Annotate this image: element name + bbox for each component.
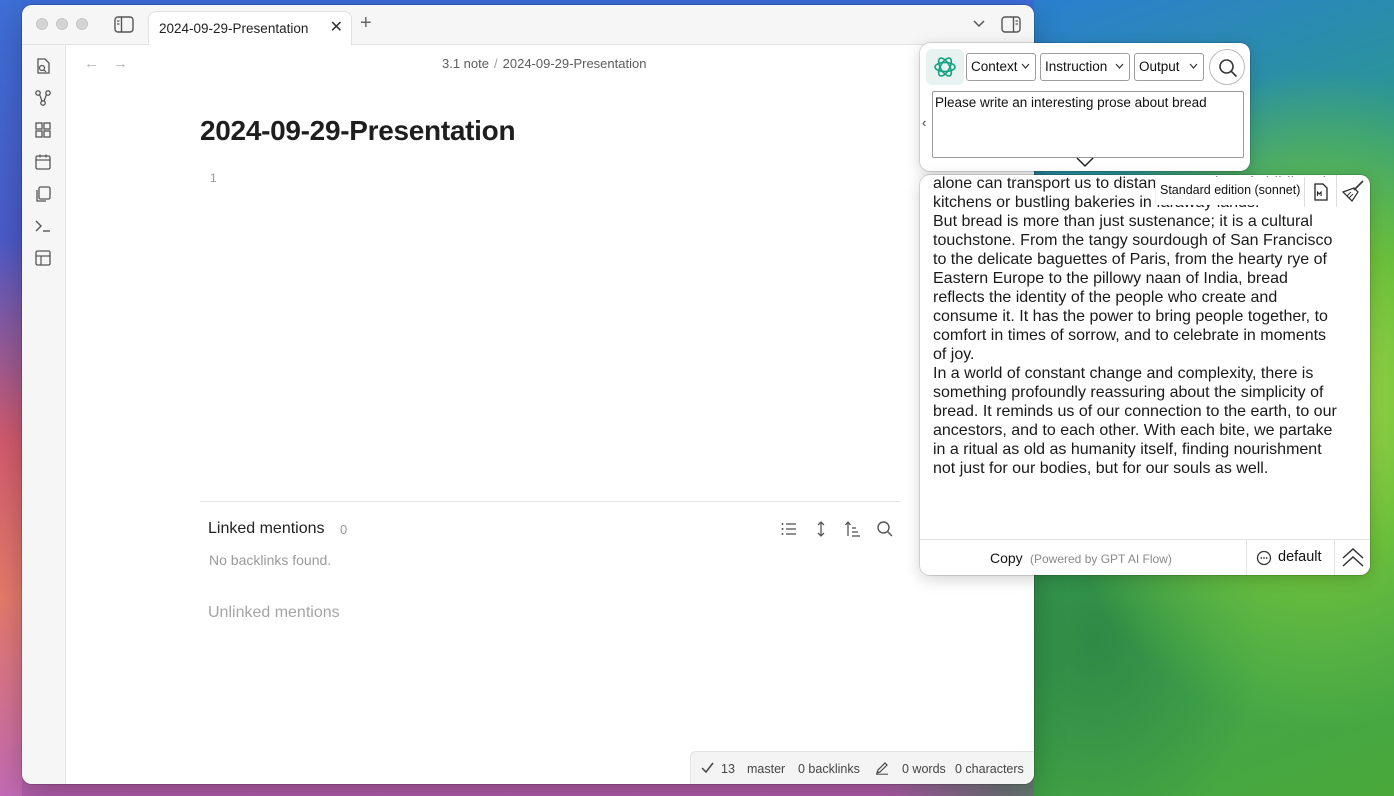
model-badge[interactable]: Standard edition (sonnet) — [1155, 177, 1305, 205]
status-word-count: 0 words — [902, 762, 946, 776]
navigate-forward-button[interactable]: → — [113, 55, 128, 72]
sort-icon[interactable] — [844, 520, 862, 538]
daily-note-icon[interactable] — [34, 153, 52, 171]
obsidian-window: 2024-09-29-Presentation ✕ + ← → 3.1 note… — [22, 5, 1034, 784]
openai-logo-button[interactable] — [926, 49, 964, 85]
expand-context-icon[interactable] — [812, 520, 830, 538]
window-maximize-button[interactable] — [76, 18, 88, 30]
search-icon — [1219, 59, 1238, 78]
output-select[interactable]: Output — [1134, 53, 1204, 81]
open-quick-switcher-icon[interactable] — [34, 57, 52, 75]
desktop-wallpaper-left — [0, 0, 22, 796]
chevron-down-icon — [1021, 63, 1030, 69]
templates-icon[interactable] — [34, 185, 52, 203]
chevron-down-icon — [1189, 63, 1198, 69]
no-backlinks-message: No backlinks found. — [209, 552, 332, 568]
title-bar: 2024-09-29-Presentation ✕ + — [22, 5, 1034, 45]
status-character-count: 0 characters — [955, 762, 1024, 776]
output-paragraph: In a world of constant change and comple… — [933, 365, 1337, 477]
markdown-file-icon — [1314, 183, 1328, 201]
instruction-select-value: Instruction — [1045, 59, 1108, 74]
backlinks-divider — [200, 501, 900, 502]
footer-divider — [1246, 540, 1247, 575]
copy-button[interactable]: Copy — [990, 550, 1023, 566]
linked-mentions-heading[interactable]: Linked mentions — [208, 520, 325, 538]
collapse-left-icon[interactable]: ‹ — [922, 115, 926, 130]
instruction-select[interactable]: Instruction — [1040, 53, 1130, 81]
gpt-search-button[interactable] — [1209, 49, 1245, 85]
double-chevron-up-icon — [1342, 547, 1364, 567]
tab-label: 2024-09-29-Presentation — [159, 21, 309, 36]
collapse-results-icon[interactable] — [780, 520, 798, 538]
canvas-icon[interactable] — [34, 121, 52, 139]
status-backlinks[interactable]: 0 backlinks — [798, 762, 860, 776]
navigate-back-button[interactable]: ← — [84, 55, 99, 72]
output-paragraph: But bread is more than just sustenance; … — [933, 213, 1333, 363]
markdown-file-button[interactable] — [1304, 177, 1336, 207]
output-footer: Copy (Powered by GPT AI Flow) default — [920, 539, 1370, 575]
linked-mentions-count: 0 — [340, 522, 348, 537]
check-icon — [701, 762, 714, 774]
note-title[interactable]: 2024-09-29-Presentation — [200, 115, 516, 147]
window-minimize-button[interactable] — [56, 18, 68, 30]
layout-icon[interactable] — [34, 249, 52, 267]
context-select[interactable]: Context — [966, 53, 1036, 81]
window-close-button[interactable] — [36, 18, 48, 30]
left-ribbon — [22, 45, 66, 784]
breadcrumb-file[interactable]: 2024-09-29-Presentation — [503, 56, 647, 71]
preset-default-button[interactable]: default — [1278, 549, 1322, 565]
tab-close-icon[interactable]: ✕ — [330, 20, 343, 36]
status-bar: 13 master 0 backlinks 0 words 0 characte… — [690, 751, 1034, 784]
powered-by-label: (Powered by GPT AI Flow) — [1030, 552, 1172, 566]
context-select-value: Context — [971, 59, 1018, 74]
edit-mode-icon[interactable] — [875, 761, 889, 775]
status-git-branch[interactable]: master — [747, 762, 785, 776]
line-number: 1 — [210, 171, 217, 185]
gpt-ai-flow-prompt-panel: Context Instruction Output ‹ Please writ… — [920, 43, 1250, 171]
prompt-textarea[interactable]: Please write an interesting prose about … — [932, 91, 1244, 158]
status-sync-count[interactable]: 13 — [721, 762, 735, 776]
output-select-value: Output — [1139, 59, 1180, 74]
chat-bubble-icon[interactable] — [1256, 550, 1272, 566]
graph-view-icon[interactable] — [34, 89, 52, 107]
left-sidebar-toggle-icon[interactable] — [114, 16, 134, 33]
breadcrumb-folder[interactable]: 3.1 note — [442, 56, 489, 71]
breadcrumb: 3.1 note / 2024-09-29-Presentation — [442, 56, 646, 71]
unlinked-mentions-heading[interactable]: Unlinked mentions — [208, 604, 340, 622]
right-sidebar-toggle-icon[interactable] — [1001, 16, 1021, 33]
broom-icon — [1341, 180, 1364, 203]
tab-list-chevron-icon[interactable] — [972, 17, 986, 31]
collapse-output-button[interactable] — [1334, 540, 1370, 575]
chevron-down-icon — [1115, 63, 1124, 69]
search-icon[interactable] — [876, 520, 894, 538]
output-text[interactable]: loaf is a sensory experience unlike any … — [933, 175, 1338, 478]
openai-logo-icon — [934, 57, 956, 77]
clear-output-button[interactable] — [1336, 175, 1370, 207]
command-palette-icon[interactable] — [34, 217, 52, 235]
breadcrumb-separator: / — [494, 56, 498, 71]
gpt-ai-flow-output-panel: loaf is a sensory experience unlike any … — [920, 175, 1370, 575]
new-tab-button[interactable]: + — [360, 13, 372, 33]
chevron-down-icon[interactable] — [1075, 156, 1095, 168]
tab-2024-09-29-presentation[interactable]: 2024-09-29-Presentation ✕ — [148, 11, 352, 45]
